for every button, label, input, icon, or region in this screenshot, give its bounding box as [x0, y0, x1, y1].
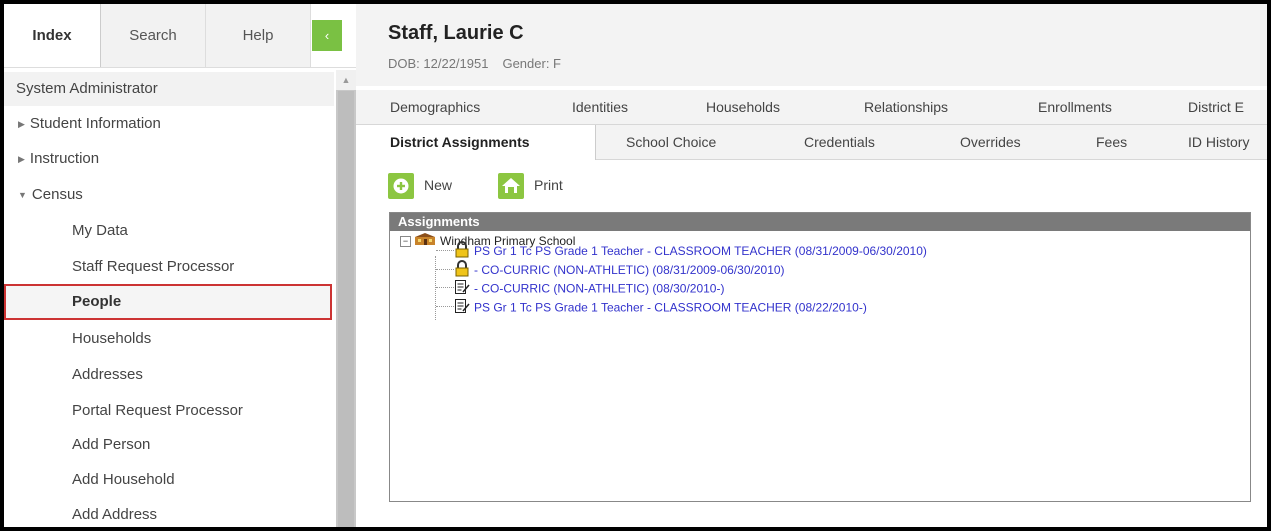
person-dob: DOB: 12/22/1951 — [388, 56, 489, 71]
person-header: Staff, Laurie C DOB: 12/22/1951 Gender: F — [356, 4, 1267, 86]
add-icon — [388, 173, 414, 199]
tab-credentials[interactable]: Credentials — [804, 125, 875, 159]
assignment-entry[interactable]: PS Gr 1 Tc PS Grade 1 Teacher - CLASSROO… — [454, 298, 867, 316]
nav-item-my-data[interactable]: My Data — [4, 214, 334, 248]
tab-identities[interactable]: Identities — [572, 90, 628, 124]
tab-district-employment[interactable]: District E — [1188, 90, 1244, 124]
tab-district-assignments[interactable]: District Assignments — [356, 125, 596, 160]
caret-right-icon: ▶ — [18, 119, 25, 129]
tab-school-choice[interactable]: School Choice — [626, 125, 716, 159]
nav-tree: System Administrator ▶ Student Informatio… — [4, 70, 334, 527]
collapse-nav-button[interactable]: ‹ — [312, 20, 342, 51]
tab-row-secondary: District Assignments School Choice Crede… — [356, 125, 1267, 160]
assignment-link[interactable]: - CO-CURRIC (NON-ATHLETIC) (08/31/2009-0… — [474, 263, 785, 277]
nav-item-label: Student Information — [29, 115, 161, 132]
assignment-link[interactable]: - CO-CURRIC (NON-ATHLETIC) (08/30/2010-) — [474, 282, 724, 296]
edit-document-icon — [454, 279, 470, 300]
nav-tab-index[interactable]: Index — [4, 4, 101, 67]
assignments-panel: Assignments − Windham Primary School PS … — [389, 212, 1251, 502]
nav-item-people[interactable]: People — [4, 284, 332, 320]
tab-fees[interactable]: Fees — [1096, 125, 1127, 159]
person-name: Staff, Laurie C — [388, 22, 524, 44]
tab-overrides[interactable]: Overrides — [960, 125, 1021, 159]
tab-enrollments[interactable]: Enrollments — [1038, 90, 1112, 124]
assignment-entry[interactable]: PS Gr 1 Tc PS Grade 1 Teacher - CLASSROO… — [454, 241, 927, 259]
new-button[interactable]: New — [388, 171, 468, 201]
nav-item-portal-request-processor[interactable]: Portal Request Processor — [4, 394, 334, 428]
tree-connector — [436, 250, 454, 251]
nav-item-households[interactable]: Households — [4, 322, 334, 356]
tab-row-primary: Demographics Identities Households Relat… — [356, 90, 1267, 125]
nav-item-instruction[interactable]: ▶ Instruction — [4, 142, 334, 176]
tab-id-history[interactable]: ID History — [1188, 125, 1249, 159]
school-building-icon — [414, 232, 436, 251]
print-button[interactable]: Print — [498, 171, 588, 201]
caret-right-icon: ▶ — [18, 154, 25, 164]
tree-connector — [435, 256, 436, 320]
edit-document-icon — [454, 298, 470, 319]
new-button-label: New — [424, 177, 453, 193]
caret-down-icon: ▼ — [18, 190, 27, 200]
assignments-header: Assignments — [390, 213, 1250, 231]
nav-tabs: Index Search Help ‹ — [4, 4, 356, 68]
person-meta: DOB: 12/22/1951 Gender: F — [388, 56, 575, 71]
scroll-track[interactable] — [338, 91, 354, 527]
print-icon — [498, 173, 524, 199]
nav-tab-help[interactable]: Help — [206, 4, 311, 67]
assignment-entry[interactable]: - CO-CURRIC (NON-ATHLETIC) (08/31/2009-0… — [454, 260, 785, 278]
assignment-link[interactable]: PS Gr 1 Tc PS Grade 1 Teacher - CLASSROO… — [474, 301, 867, 315]
scroll-up-arrow-icon[interactable]: ▲ — [336, 70, 356, 90]
left-navigation: Index Search Help ‹ System Administrator… — [4, 4, 356, 527]
nav-item-label: Census — [31, 186, 83, 203]
tree-connector — [436, 269, 454, 270]
nav-item-staff-request-processor[interactable]: Staff Request Processor — [4, 250, 334, 284]
main-panel: Staff, Laurie C DOB: 12/22/1951 Gender: F… — [356, 4, 1267, 527]
nav-item-add-household[interactable]: Add Household — [4, 463, 334, 497]
nav-scrollbar[interactable]: ▲ — [336, 70, 356, 527]
assignment-link[interactable]: PS Gr 1 Tc PS Grade 1 Teacher - CLASSROO… — [474, 244, 927, 258]
nav-item-add-person[interactable]: Add Person — [4, 428, 334, 462]
app-frame: Index Search Help ‹ System Administrator… — [4, 4, 1267, 527]
assignment-entry[interactable]: - CO-CURRIC (NON-ATHLETIC) (08/30/2010-) — [454, 279, 724, 297]
tab-relationships[interactable]: Relationships — [864, 90, 948, 124]
nav-item-add-address[interactable]: Add Address — [4, 498, 334, 527]
nav-item-label: Instruction — [29, 150, 100, 167]
tab-demographics[interactable]: Demographics — [390, 90, 480, 124]
nav-item-addresses[interactable]: Addresses — [4, 358, 334, 392]
tree-connector — [436, 306, 454, 307]
chevron-left-icon: ‹ — [324, 28, 330, 43]
tree-connector — [436, 287, 454, 288]
person-gender: Gender: F — [502, 56, 561, 71]
nav-role-label: System Administrator — [4, 72, 334, 106]
collapse-tree-icon[interactable]: − — [400, 236, 411, 248]
print-button-label: Print — [534, 177, 563, 193]
nav-item-student-information[interactable]: ▶ Student Information — [4, 107, 334, 141]
tab-households[interactable]: Households — [706, 90, 780, 124]
nav-tab-search[interactable]: Search — [101, 4, 206, 67]
nav-item-census[interactable]: ▼ Census — [4, 178, 334, 212]
